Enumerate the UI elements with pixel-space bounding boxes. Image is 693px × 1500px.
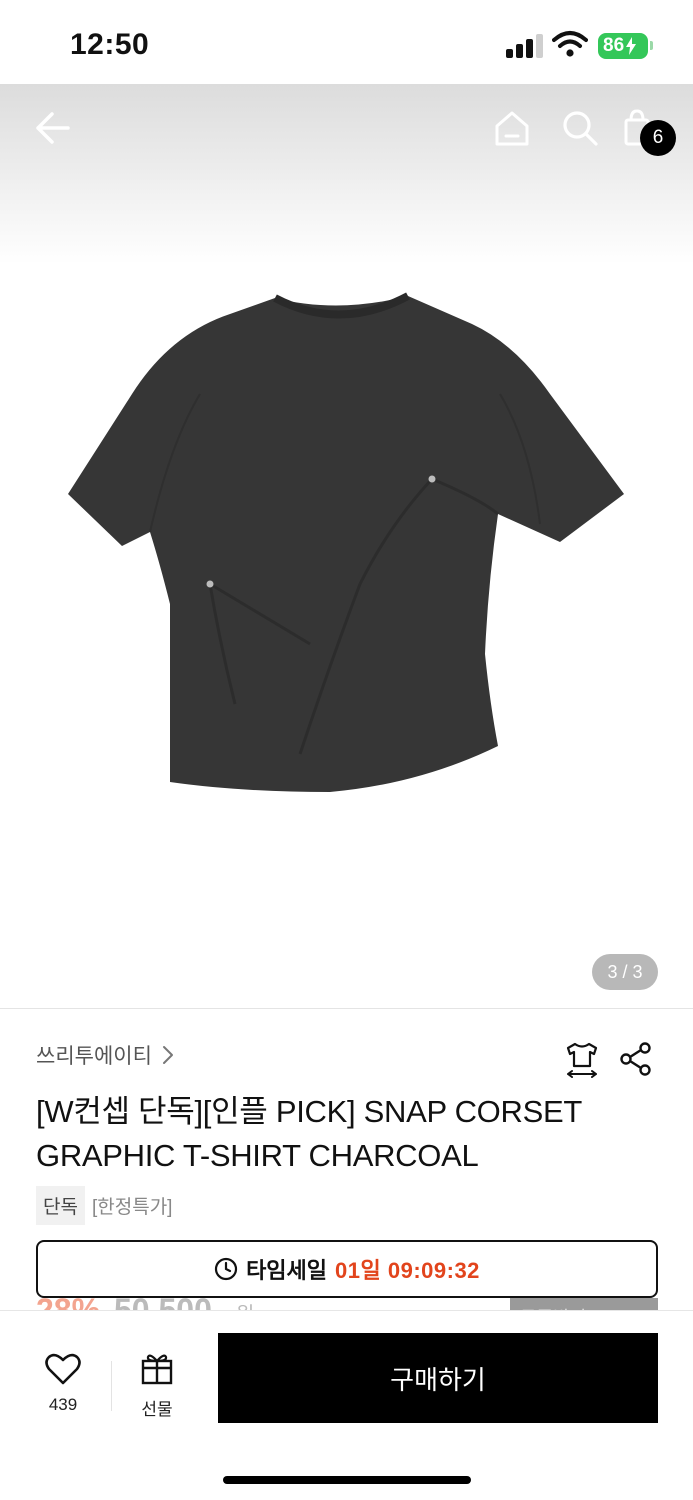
like-count: 439 [48,1395,78,1414]
gift-label: 선물 [141,1400,173,1419]
search-icon[interactable] [560,108,600,148]
sale-price: 50,500 [114,1296,212,1310]
heart-icon [45,1353,81,1385]
bottom-action-bar: 439 선물 구매하기 [0,1310,693,1500]
home-icon[interactable] [492,108,532,148]
size-guide-icon[interactable] [564,1040,600,1078]
back-arrow-icon[interactable] [32,108,72,148]
price-row: 28% 50,500 원 쿠폰받기 [36,1296,658,1310]
cart-count-badge: 6 [640,120,676,156]
divider [111,1361,112,1411]
gift-button[interactable]: 선물 [124,1351,190,1423]
discount-rate: 28% [36,1296,100,1310]
divider [0,1008,693,1009]
time-sale-countdown: 01일 09:09:32 [335,1258,480,1283]
product-tags: 단독 [한정특가] [36,1186,172,1225]
gift-icon [141,1354,173,1385]
wifi-icon [552,31,588,57]
product-photo[interactable] [60,284,630,804]
product-image-gallery[interactable]: 6 3 / 3 [0,84,693,1008]
price-unit: 원 [236,1298,254,1310]
exclusive-tag: 단독 [36,1186,85,1225]
buy-button[interactable]: 구매하기 [218,1333,658,1423]
chevron-right-icon [162,1046,173,1064]
status-time: 12:50 [70,28,150,61]
brand-name: 쓰리투에이티 [36,1045,152,1068]
share-icon[interactable] [620,1042,652,1076]
limited-offer-tag: [한정특가] [91,1197,173,1218]
battery-level: 86 [603,35,625,56]
like-button[interactable]: 439 [30,1353,96,1423]
time-sale-label: 타임세일 [246,1258,328,1283]
product-title: [W컨셉 단독][인플 PICK] SNAP CORSET GRAPHIC T-… [36,1094,582,1173]
brand-link[interactable]: 쓰리투에이티 [36,1040,174,1070]
time-sale-banner: 타임세일 01일 09:09:32 [36,1240,658,1298]
charging-bolt-icon [626,37,637,55]
home-indicator [223,1476,471,1484]
image-counter: 3 / 3 [592,954,658,990]
status-bar: 12:50 86 [0,0,693,84]
coupon-button[interactable]: 쿠폰받기 [510,1298,658,1310]
cellular-signal-icon [506,34,544,58]
battery-indicator: 86 [598,33,653,59]
clock-icon [214,1257,238,1281]
